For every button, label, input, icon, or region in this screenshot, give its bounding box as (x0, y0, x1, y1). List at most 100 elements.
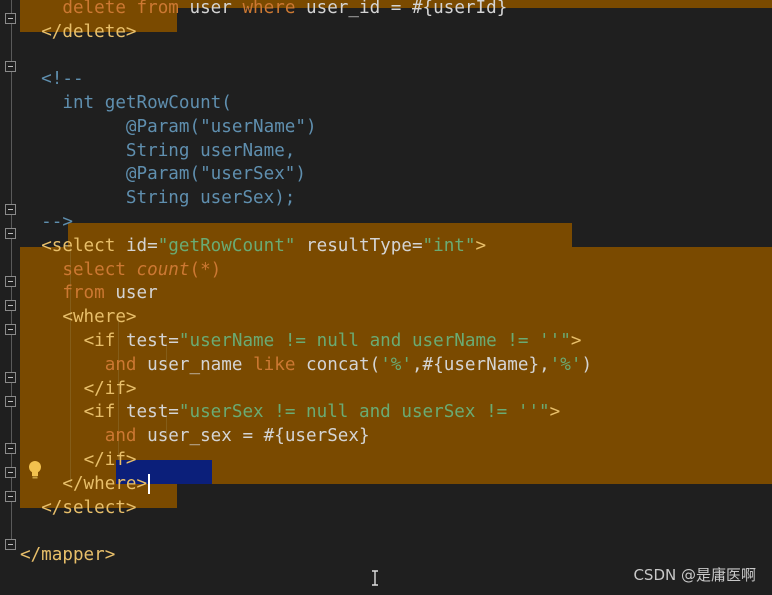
code-token: user (115, 283, 158, 304)
code-token: </if> (83, 449, 137, 470)
fold-marker-icon[interactable] (5, 204, 16, 215)
fold-marker-icon[interactable] (5, 324, 16, 335)
code-token: where (242, 0, 307, 18)
code-line[interactable]: String userSex); (20, 186, 295, 210)
code-line[interactable]: </select> (20, 496, 137, 520)
fold-marker-icon[interactable] (5, 13, 16, 24)
code-token: count (136, 259, 190, 280)
code-line[interactable]: int getRowCount( (20, 91, 232, 115)
code-token: '%' (380, 354, 412, 375)
code-line[interactable]: select count(*) (20, 258, 221, 282)
code-token: and (104, 354, 148, 375)
code-token: ,#{userName}, (411, 354, 550, 375)
code-line[interactable]: --> (20, 210, 73, 234)
code-line[interactable]: delete from user where user_id = #{userI… (20, 0, 507, 20)
fold-guide (11, 0, 12, 540)
fold-marker-icon[interactable] (5, 61, 16, 72)
code-token: > (549, 402, 561, 423)
code-token: @Param("userSex") (20, 164, 306, 185)
code-token: "userName != null and userName != ''" (178, 330, 571, 351)
code-token: test= (125, 402, 179, 423)
code-token: </select> (41, 497, 137, 518)
code-line[interactable]: <if test="userSex != null and userSex !=… (20, 400, 561, 424)
code-token: test= (125, 330, 179, 351)
code-token: String userName, (20, 140, 296, 161)
code-token: (*) (189, 259, 222, 280)
code-line[interactable]: and user_name like concat('%',#{userName… (20, 353, 592, 377)
code-token: </if> (83, 378, 137, 399)
fold-marker-icon[interactable] (5, 276, 16, 287)
code-line[interactable]: </delete> (20, 20, 137, 44)
code-token: <select (41, 235, 126, 256)
code-token: </delete> (41, 21, 137, 42)
code-token: int getRowCount( (20, 92, 232, 113)
code-token: select (62, 259, 137, 280)
code-editor[interactable]: delete from user where user_id = #{userI… (0, 0, 772, 595)
fold-marker-icon[interactable] (5, 539, 16, 550)
code-token: @Param("userName") (20, 116, 317, 137)
code-token: <where> (62, 307, 137, 328)
code-token: user (189, 0, 243, 18)
code-token: > (570, 330, 582, 351)
code-token: "getRowCount" (157, 235, 296, 256)
fold-marker-icon[interactable] (5, 372, 16, 383)
code-token: delete (62, 0, 137, 18)
fold-marker-icon[interactable] (5, 300, 16, 311)
code-token: user_id = #{userId} (306, 0, 508, 18)
code-token: user_sex = #{userSex} (147, 426, 370, 447)
code-line[interactable]: <select id="getRowCount" resultType="int… (20, 234, 486, 258)
text-cursor-icon (372, 570, 378, 586)
code-line[interactable]: </if> (20, 377, 137, 401)
fold-marker-icon[interactable] (5, 396, 16, 407)
editor-gutter[interactable] (0, 0, 22, 595)
code-token: ) (581, 354, 593, 375)
code-token: <if (83, 330, 126, 351)
code-token: resultType= (295, 235, 423, 256)
code-token: "userSex != null and userSex != ''" (178, 402, 550, 423)
code-line[interactable]: from user (20, 281, 158, 305)
code-token: id= (125, 235, 158, 256)
code-line[interactable]: @Param("userName") (20, 115, 317, 139)
code-token: user_name (147, 354, 254, 375)
code-line[interactable]: <where> (20, 305, 137, 329)
code-token: "int" (422, 235, 476, 256)
code-token: from (62, 283, 116, 304)
code-line[interactable]: String userName, (20, 139, 295, 163)
code-token: <if (83, 402, 126, 423)
code-token: '%' (549, 354, 582, 375)
fold-marker-icon[interactable] (5, 467, 16, 478)
code-line[interactable]: <if test="userName != null and userName … (20, 329, 582, 353)
code-line[interactable]: and user_sex = #{userSex} (20, 424, 370, 448)
code-token: </where> (62, 473, 148, 494)
fold-marker-icon[interactable] (5, 228, 16, 239)
watermark-text: CSDN @是庸医啊 (633, 566, 756, 584)
code-token: String userSex); (20, 188, 296, 209)
code-line[interactable]: @Param("userSex") (20, 162, 306, 186)
code-token: like (253, 354, 307, 375)
code-token: and (104, 426, 148, 447)
code-token: <!-- (20, 69, 84, 90)
code-token: concat( (306, 354, 381, 375)
fold-marker-icon[interactable] (5, 443, 16, 454)
code-token: </mapper> (20, 545, 116, 566)
code-token: from (136, 0, 190, 18)
fold-marker-icon[interactable] (5, 491, 16, 502)
code-token: --> (20, 211, 73, 232)
lightbulb-icon[interactable] (27, 460, 43, 480)
code-line[interactable]: <!-- (20, 67, 84, 91)
text-caret (148, 473, 151, 494)
code-line[interactable]: </mapper> (20, 543, 115, 567)
code-token: > (475, 235, 487, 256)
